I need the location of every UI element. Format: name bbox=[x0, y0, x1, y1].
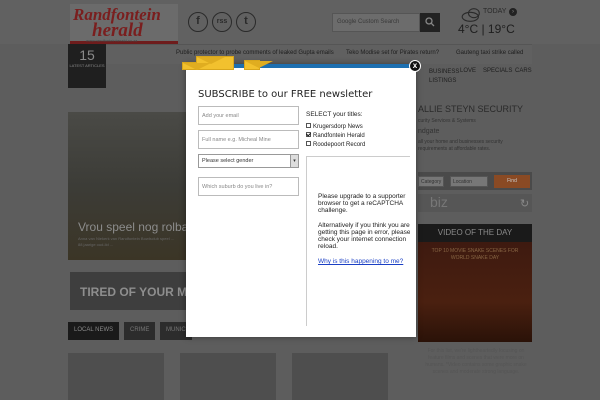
suburb-field[interactable]: Which suburb do you live in? bbox=[198, 177, 299, 196]
ticker-item[interactable]: Gauteng taxi strike called bbox=[456, 50, 523, 56]
refresh-icon[interactable]: ↻ bbox=[520, 197, 529, 210]
weather-temperatures: 4°C | 19°C bbox=[458, 22, 515, 36]
search-icon bbox=[425, 17, 435, 27]
email-field[interactable]: Add your email bbox=[198, 106, 299, 125]
nav-item-cars[interactable]: CARS bbox=[515, 68, 532, 74]
ad-banner-text: TIRED OF YOUR MI bbox=[80, 285, 191, 299]
category-select[interactable]: Category bbox=[418, 176, 444, 187]
weather-today-label: TODAY bbox=[483, 8, 507, 15]
title-option-label: Randfontein Herald bbox=[313, 133, 365, 140]
weather-arrow-icon[interactable]: › bbox=[509, 8, 517, 16]
modal-title: SUBSCRIBE to our FREE newsletter bbox=[198, 89, 373, 100]
search-button[interactable] bbox=[420, 13, 440, 32]
captcha-help-link[interactable]: Why is this happening to me? bbox=[318, 258, 410, 266]
captcha-message: reload. bbox=[318, 243, 338, 250]
tab-crime[interactable]: CRIME bbox=[124, 322, 156, 340]
title-option-label: Krugersdorp News bbox=[313, 124, 363, 131]
close-button[interactable]: x bbox=[409, 60, 421, 72]
twitter-icon[interactable]: t bbox=[236, 12, 256, 32]
nav-item-love[interactable]: LOVE bbox=[460, 68, 476, 74]
featured-article-summary: Anna van Niekerk van Randfontein Bowlscl… bbox=[78, 236, 175, 247]
sidebar-ad-line: requirements at affordable rates. bbox=[418, 146, 491, 152]
title-option-roodepoort[interactable]: Roodepoort Record bbox=[306, 141, 366, 149]
article-thumbnail[interactable] bbox=[292, 353, 388, 400]
rss-icon[interactable]: rss bbox=[212, 12, 232, 32]
video-of-the-day-header: VIDEO OF THE DAY bbox=[418, 224, 532, 242]
gender-select-value: Please select gender bbox=[202, 158, 254, 164]
biz-logo[interactable]: biz bbox=[430, 194, 448, 210]
titles-header: SELECT your titles: bbox=[306, 111, 363, 118]
full-name-field[interactable]: Full name e.g. Micheal Mine bbox=[198, 130, 299, 149]
sidebar-ad-line: ndgate bbox=[418, 128, 440, 135]
search-input[interactable]: Google Custom Search bbox=[332, 13, 420, 32]
captcha-message: challenge. bbox=[318, 207, 348, 214]
envelope-icon bbox=[182, 62, 211, 70]
checkbox[interactable] bbox=[306, 123, 311, 128]
checkbox[interactable] bbox=[306, 132, 311, 137]
title-option-randfontein[interactable]: Randfontein Herald bbox=[306, 132, 365, 140]
latest-articles-counter[interactable]: 15 LATEST ARTICLES bbox=[68, 44, 106, 88]
chevron-down-icon: ▾ bbox=[290, 155, 298, 167]
article-thumbnail[interactable] bbox=[68, 353, 164, 400]
envelope-icon bbox=[244, 60, 273, 70]
nav-item-business-listings[interactable]: BUSINESS LISTINGS bbox=[429, 68, 459, 86]
video-description: For this list, we're lightheartedly focu… bbox=[425, 348, 527, 375]
title-option-label: Roodepoort Record bbox=[313, 142, 366, 149]
site-logo[interactable]: Randfontein herald www.randfonteinherald… bbox=[70, 4, 178, 44]
logo-url: www.randfonteinherald.co.za bbox=[86, 38, 138, 43]
video-caption: TOP 10 MOVIE SNAKE SCENES FOR WORLD SNAK… bbox=[431, 248, 519, 261]
gender-select[interactable]: Please select gender ▾ bbox=[198, 154, 299, 168]
article-thumbnail[interactable] bbox=[180, 353, 276, 400]
tab-local-news[interactable]: LOCAL NEWS bbox=[68, 322, 120, 340]
ticker-item[interactable]: Teko Modise set for Pirates return? bbox=[346, 50, 439, 56]
checkbox[interactable] bbox=[306, 141, 311, 146]
sidebar-ad-title[interactable]: ALLIE STEYN SECURITY bbox=[418, 104, 523, 114]
facebook-icon[interactable]: f bbox=[188, 12, 208, 32]
latest-articles-label: LATEST ARTICLES bbox=[69, 63, 105, 68]
nav-item-specials[interactable]: SPECIALS bbox=[483, 68, 512, 74]
latest-articles-count: 15 bbox=[79, 47, 95, 63]
sidebar-ad-line: curity Services & Systems bbox=[418, 118, 476, 124]
featured-article-title[interactable]: Vrou speel nog rolba bbox=[78, 220, 188, 234]
find-button[interactable]: Find bbox=[494, 175, 530, 188]
title-option-krugersdorp[interactable]: Krugersdorp News bbox=[306, 123, 363, 131]
location-select[interactable]: Location bbox=[450, 176, 488, 187]
sidebar-ad-line: all your home and businesses security bbox=[418, 139, 503, 145]
